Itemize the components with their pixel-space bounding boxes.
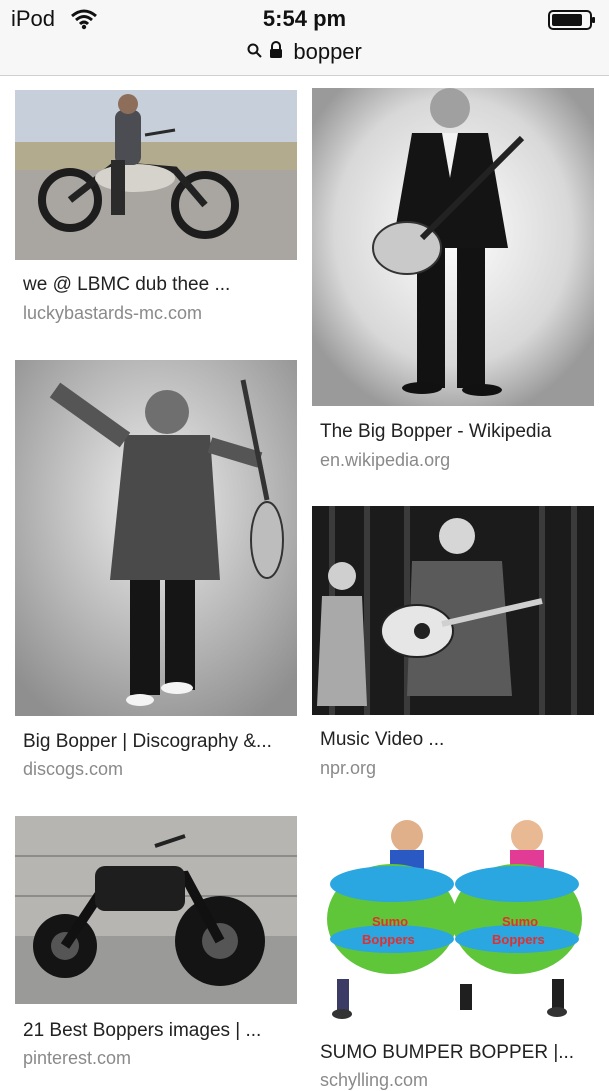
- search-icon: [247, 39, 263, 65]
- result-title[interactable]: The Big Bopper - Wikipedia: [320, 421, 600, 443]
- result-image[interactable]: [15, 360, 297, 716]
- result-image[interactable]: Sumo Boppers Sumo Boppers: [312, 814, 594, 1028]
- result-title[interactable]: Big Bopper | Discography &...: [23, 731, 295, 753]
- result-image[interactable]: [312, 506, 594, 715]
- toy-label: Boppers: [362, 932, 415, 947]
- lock-icon: [269, 39, 283, 65]
- result-source: schylling.com: [320, 1070, 429, 1090]
- result-source: en.wikipedia.org: [320, 450, 451, 470]
- result-image[interactable]: [15, 90, 297, 260]
- status-bar: iPod 5:54 pm bopper: [0, 0, 609, 76]
- result-source: npr.org: [320, 758, 377, 778]
- toy-label: Sumo: [372, 914, 408, 929]
- toy-label: Sumo: [502, 914, 538, 929]
- result-image[interactable]: [15, 816, 297, 1004]
- result-title[interactable]: SUMO BUMPER BOPPER |...: [320, 1042, 600, 1064]
- result-image[interactable]: [312, 88, 594, 406]
- battery-icon: [548, 9, 598, 36]
- result-title[interactable]: we @ LBMC dub thee ...: [23, 274, 293, 296]
- toy-label: Boppers: [492, 932, 545, 947]
- result-title[interactable]: Music Video ...: [320, 729, 600, 751]
- result-title[interactable]: 21 Best Boppers images | ...: [23, 1020, 295, 1042]
- search-query: bopper: [293, 39, 362, 65]
- result-source: discogs.com: [23, 759, 124, 779]
- address-bar[interactable]: bopper: [0, 38, 609, 65]
- result-source: pinterest.com: [23, 1048, 132, 1068]
- result-source: luckybastards-mc.com: [23, 303, 203, 323]
- clock: 5:54 pm: [262, 6, 347, 31]
